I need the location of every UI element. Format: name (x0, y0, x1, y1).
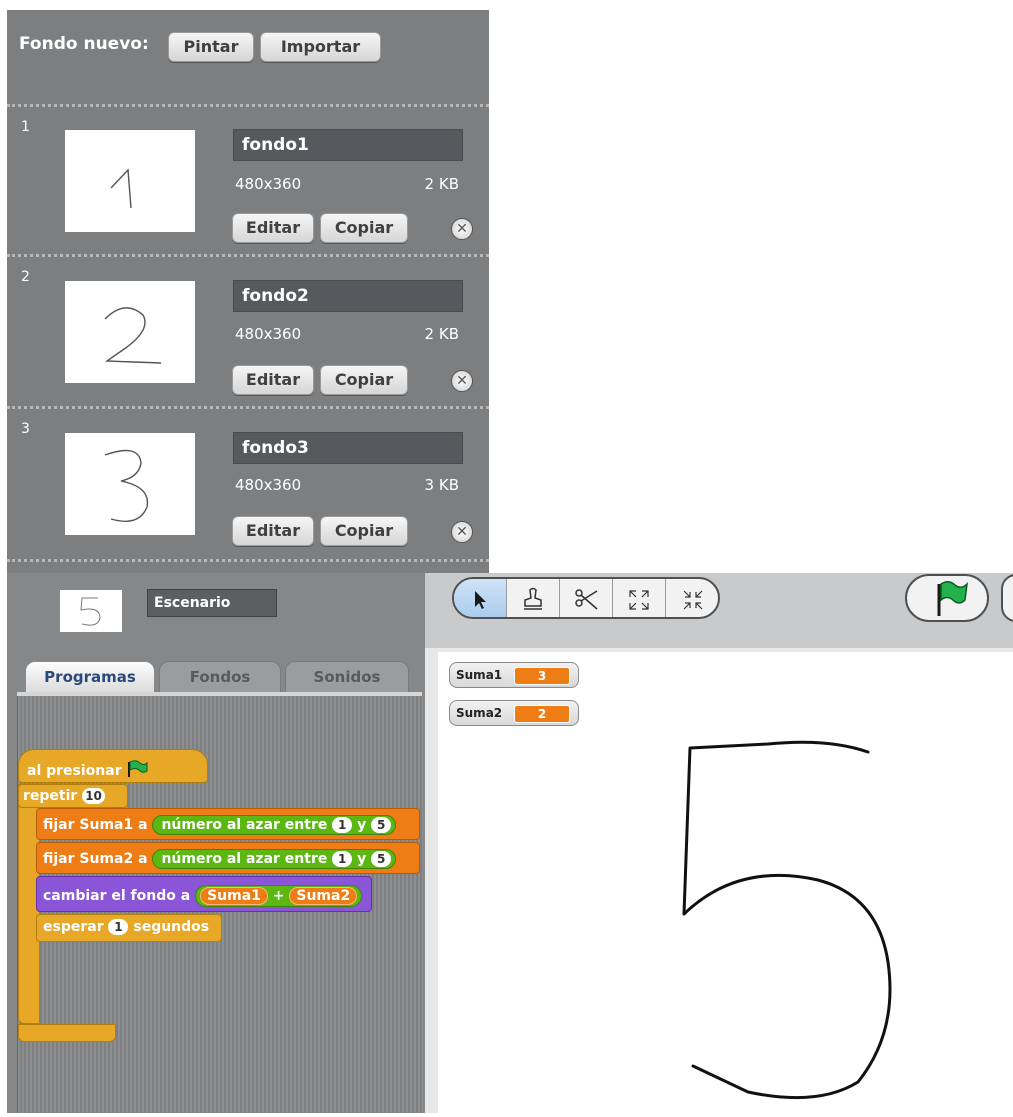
switch-background-block[interactable]: cambiar el fondo a Suma1 + Suma2 (36, 876, 372, 912)
plus-label: + (272, 888, 285, 904)
handwritten-five-icon (80, 597, 101, 626)
green-flag-icon (128, 760, 148, 777)
pointer-icon[interactable] (454, 579, 507, 617)
background-size: 2 KB (424, 325, 459, 343)
background-dimensions: 480x360 (235, 175, 302, 193)
background-number: 1 (21, 119, 30, 135)
background-size: 2 KB (424, 175, 459, 193)
copy-button[interactable]: Copiar (320, 365, 408, 395)
handwritten-three-icon (104, 449, 149, 522)
scripts-panel: Escenario Programas Fondos Sonidos al pr… (7, 573, 425, 1113)
set-suma1-block[interactable]: fijar Suma1 a número al azar entre 1 y 5 (36, 808, 420, 840)
repeat-count-input[interactable]: 10 (82, 788, 105, 804)
wait-block[interactable]: esperar 1 segundos (36, 914, 222, 942)
background-size: 3 KB (424, 476, 459, 494)
paint-button[interactable]: Pintar (168, 32, 254, 62)
tab-programas[interactable]: Programas (25, 661, 155, 693)
set-suma2-label: fijar Suma2 a (43, 851, 148, 867)
add-block[interactable]: Suma1 + Suma2 (195, 885, 363, 907)
suma1-reporter[interactable]: Suma1 (200, 887, 268, 905)
tab-fondos[interactable]: Fondos (159, 661, 281, 693)
variable-monitor-suma1: Suma1 3 (449, 662, 579, 688)
delete-icon[interactable]: ✕ (451, 370, 473, 392)
monitor-value: 2 (514, 705, 570, 723)
suma2-reporter[interactable]: Suma2 (289, 887, 358, 905)
divider (7, 559, 489, 562)
delete-icon[interactable]: ✕ (451, 218, 473, 240)
green-flag-icon (937, 581, 969, 616)
monitor-value: 3 (514, 667, 570, 685)
divider (7, 104, 489, 107)
grow-icon[interactable] (613, 579, 666, 617)
repeat-block[interactable]: repetir 10 (18, 784, 128, 808)
script-area[interactable]: al presionar repetir 10 fijar Suma1 a nú… (17, 696, 423, 1113)
random-block[interactable]: número al azar entre 1 y 5 (152, 849, 397, 869)
stamp-icon[interactable] (507, 579, 560, 617)
tab-sonidos[interactable]: Sonidos (285, 661, 409, 693)
green-flag-button[interactable] (905, 574, 989, 622)
set-suma2-block[interactable]: fijar Suma2 a número al azar entre 1 y 5 (36, 842, 420, 874)
edit-button[interactable]: Editar (232, 516, 314, 546)
sprite-name-field[interactable]: Escenario (147, 589, 277, 617)
new-background-label: Fondo nuevo: (19, 34, 149, 54)
backgrounds-panel: Fondo nuevo: Pintar Importar 1 fondo1 48… (7, 10, 489, 573)
random-to-input[interactable]: 5 (371, 817, 392, 833)
import-button[interactable]: Importar (260, 32, 381, 62)
switch-label: cambiar el fondo a (43, 888, 191, 904)
edit-button[interactable]: Editar (232, 213, 314, 243)
handwritten-two-icon (104, 307, 162, 364)
wait-seconds-input[interactable]: 1 (108, 919, 129, 935)
repeat-label: repetir (23, 788, 78, 804)
stage-toolbar (452, 577, 720, 619)
background-thumbnail[interactable] (65, 433, 195, 535)
copy-button[interactable]: Copiar (320, 516, 408, 546)
background-name-field[interactable]: fondo3 (233, 432, 463, 464)
background-number: 2 (21, 269, 30, 285)
wait-label: esperar (43, 919, 104, 935)
random-from-input[interactable]: 1 (332, 817, 353, 833)
divider (7, 406, 489, 409)
divider (7, 254, 489, 257)
hat-label: al presionar (27, 763, 122, 779)
scissors-icon[interactable] (560, 579, 613, 617)
random-and-label: y (357, 817, 367, 833)
background-number: 3 (21, 421, 30, 437)
monitor-label: Suma2 (456, 706, 503, 720)
random-and-label: y (357, 851, 367, 867)
shrink-icon[interactable] (666, 579, 718, 617)
background-thumbnail[interactable] (65, 281, 195, 383)
random-label: número al azar entre (161, 817, 328, 833)
copy-button[interactable]: Copiar (320, 213, 408, 243)
random-block[interactable]: número al azar entre 1 y 5 (152, 815, 397, 835)
edit-button[interactable]: Editar (232, 365, 314, 395)
background-name-field[interactable]: fondo2 (233, 280, 463, 312)
random-to-input[interactable]: 5 (371, 851, 392, 867)
stage-thumbnail (60, 590, 122, 632)
variable-monitor-suma2: Suma2 2 (449, 700, 579, 726)
background-dimensions: 480x360 (235, 325, 302, 343)
background-dimensions: 480x360 (235, 476, 302, 494)
wait-unit-label: segundos (133, 919, 210, 935)
delete-icon[interactable]: ✕ (451, 521, 473, 543)
handwritten-one-icon (110, 168, 132, 209)
background-name-field[interactable]: fondo1 (233, 129, 463, 161)
random-label: número al azar entre (161, 851, 328, 867)
set-suma1-label: fijar Suma1 a (43, 817, 148, 833)
repeat-block-end (18, 1024, 116, 1042)
when-flag-clicked-block[interactable]: al presionar (18, 749, 208, 783)
background-thumbnail[interactable] (65, 130, 195, 232)
random-from-input[interactable]: 1 (332, 851, 353, 867)
monitor-label: Suma1 (456, 668, 503, 682)
stop-button[interactable] (1001, 574, 1013, 622)
